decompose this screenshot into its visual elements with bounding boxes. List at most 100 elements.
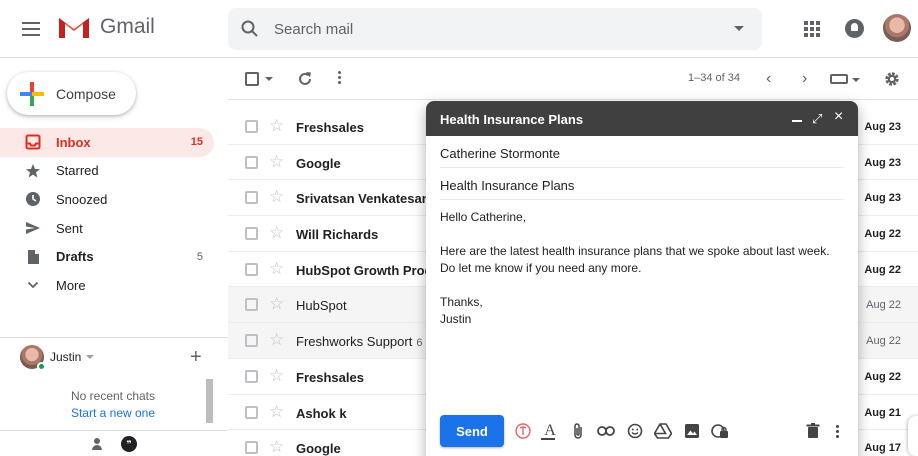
older-chevron-left-icon[interactable]: ‹	[766, 70, 771, 88]
clock-icon	[25, 191, 41, 207]
row-sender: Freshworks Support 6	[296, 334, 422, 349]
refresh-icon[interactable]	[296, 70, 314, 88]
search-bar[interactable]	[228, 8, 762, 50]
star-icon[interactable]: ☆	[269, 330, 284, 350]
message-body[interactable]: Hello Catherine, Here are the latest hea…	[440, 209, 844, 328]
status-caret-icon[interactable]	[86, 355, 95, 359]
row-checkbox[interactable]	[245, 369, 258, 383]
star-icon[interactable]: ☆	[269, 223, 284, 243]
sender-name: Freshworks Support	[296, 334, 413, 350]
confidential-mode-icon[interactable]	[711, 422, 729, 440]
row-sender: Will Richards	[296, 227, 382, 242]
extension-logo-icon[interactable]	[514, 422, 532, 440]
search-input[interactable]	[274, 20, 694, 38]
sidebar-divider	[0, 337, 228, 338]
star-icon[interactable]: ☆	[269, 116, 284, 136]
notifications-icon[interactable]	[845, 19, 864, 38]
row-checkbox[interactable]	[245, 262, 258, 276]
sender-name: Ashok k	[296, 405, 347, 421]
start-new-chat-link[interactable]: Start a new one	[0, 406, 226, 420]
row-checkbox[interactable]	[245, 298, 258, 312]
row-checkbox[interactable]	[245, 441, 258, 455]
minimize-icon[interactable]	[792, 120, 802, 122]
insert-link-icon[interactable]	[597, 422, 615, 440]
select-options-caret-icon[interactable]	[265, 77, 273, 81]
contacts-person-icon[interactable]	[90, 437, 104, 451]
google-apps-icon[interactable]	[804, 21, 820, 37]
compose-window-header[interactable]: Health Insurance Plans ⤢ ×	[426, 101, 858, 136]
row-checkbox[interactable]	[245, 155, 258, 169]
compose-window: Health Insurance Plans ⤢ × Catherine Sto…	[426, 101, 858, 456]
sidebar-bottom-divider	[0, 430, 228, 431]
row-date: Aug 22	[866, 299, 901, 312]
body-signoff: Thanks,	[440, 295, 483, 309]
row-sender: Freshsales	[296, 370, 368, 385]
star-icon	[25, 163, 41, 179]
compose-bottom-bar: Send A	[440, 414, 844, 448]
hangouts-quote-icon[interactable]: ❞	[121, 436, 137, 452]
recipients-field[interactable]: Catherine Stormonte	[440, 136, 844, 168]
compose-button[interactable]: Compose	[7, 72, 136, 115]
search-options-caret-icon[interactable]	[734, 26, 744, 31]
row-date: Aug 17	[864, 442, 901, 455]
hangouts-user[interactable]: Justin	[20, 345, 95, 371]
row-sender: HubSpot Growth Prod.	[296, 263, 440, 278]
chat-scrollbar[interactable]	[206, 379, 213, 423]
row-date: Aug 21	[864, 406, 901, 419]
sidebar-item-sent[interactable]: Sent	[0, 214, 214, 243]
row-checkbox[interactable]	[245, 227, 258, 241]
more-options-icon[interactable]	[338, 71, 341, 84]
subject-field[interactable]: Health Insurance Plans	[440, 168, 844, 200]
row-checkbox[interactable]	[245, 405, 258, 419]
row-checkbox[interactable]	[245, 334, 258, 348]
star-icon[interactable]: ☆	[269, 152, 284, 172]
star-icon[interactable]: ☆	[269, 294, 284, 314]
star-icon[interactable]: ☆	[269, 366, 284, 386]
star-icon[interactable]: ☆	[269, 259, 284, 279]
unread-count: 15	[190, 136, 203, 149]
sidebar-item-inbox[interactable]: Inbox 15	[0, 128, 214, 157]
row-sender: Freshsales	[296, 120, 368, 135]
star-icon[interactable]: ☆	[269, 187, 284, 207]
row-checkbox[interactable]	[245, 120, 258, 133]
sender-name: Srivatsan Venkatesan	[296, 191, 430, 207]
side-panel-toggle[interactable]	[908, 416, 918, 456]
sidebar-item-label: Drafts	[56, 249, 94, 265]
star-icon[interactable]: ☆	[269, 437, 284, 456]
draft-count: 5	[196, 250, 203, 263]
sidebar-item-starred[interactable]: Starred	[0, 157, 214, 186]
keyboard-icon[interactable]	[830, 74, 848, 84]
new-chat-plus-icon[interactable]: +	[190, 347, 202, 367]
close-icon[interactable]: ×	[834, 108, 843, 126]
online-status-icon	[37, 362, 46, 371]
sidebar-item-label: Starred	[56, 163, 99, 179]
full-screen-icon[interactable]: ⤢	[812, 111, 822, 127]
main-menu-button[interactable]	[18, 16, 44, 42]
select-all-checkbox[interactable]	[245, 72, 259, 86]
insert-photo-icon[interactable]	[683, 422, 701, 440]
row-checkbox[interactable]	[245, 191, 258, 205]
discard-draft-trash-icon[interactable]	[804, 422, 822, 440]
insert-emoji-icon[interactable]	[626, 422, 644, 440]
search-icon[interactable]	[240, 19, 260, 39]
compose-plus-icon	[20, 81, 44, 106]
thread-count: 6	[416, 337, 423, 350]
input-tools-caret-icon[interactable]	[852, 78, 860, 82]
account-avatar[interactable]	[883, 14, 911, 42]
sender-name: Freshsales	[296, 369, 364, 385]
attach-file-icon[interactable]	[569, 422, 587, 440]
google-drive-icon[interactable]	[654, 422, 672, 440]
gear-icon[interactable]	[883, 70, 901, 88]
formatting-options-icon[interactable]: A	[541, 422, 559, 440]
newer-chevron-right-icon[interactable]: ›	[802, 70, 807, 88]
sidebar-item-more[interactable]: More	[0, 271, 214, 300]
sidebar-item-snoozed[interactable]: Snoozed	[0, 185, 214, 214]
gmail-m-icon	[59, 18, 89, 38]
more-compose-options-icon[interactable]	[828, 422, 846, 440]
gmail-logo[interactable]: Gmail	[57, 14, 155, 40]
star-icon[interactable]: ☆	[269, 402, 284, 422]
row-sender: HubSpot	[296, 298, 351, 313]
sender-name: Google	[296, 441, 341, 456]
sidebar-item-drafts[interactable]: Drafts 5	[0, 242, 214, 271]
send-button[interactable]: Send	[440, 415, 504, 447]
